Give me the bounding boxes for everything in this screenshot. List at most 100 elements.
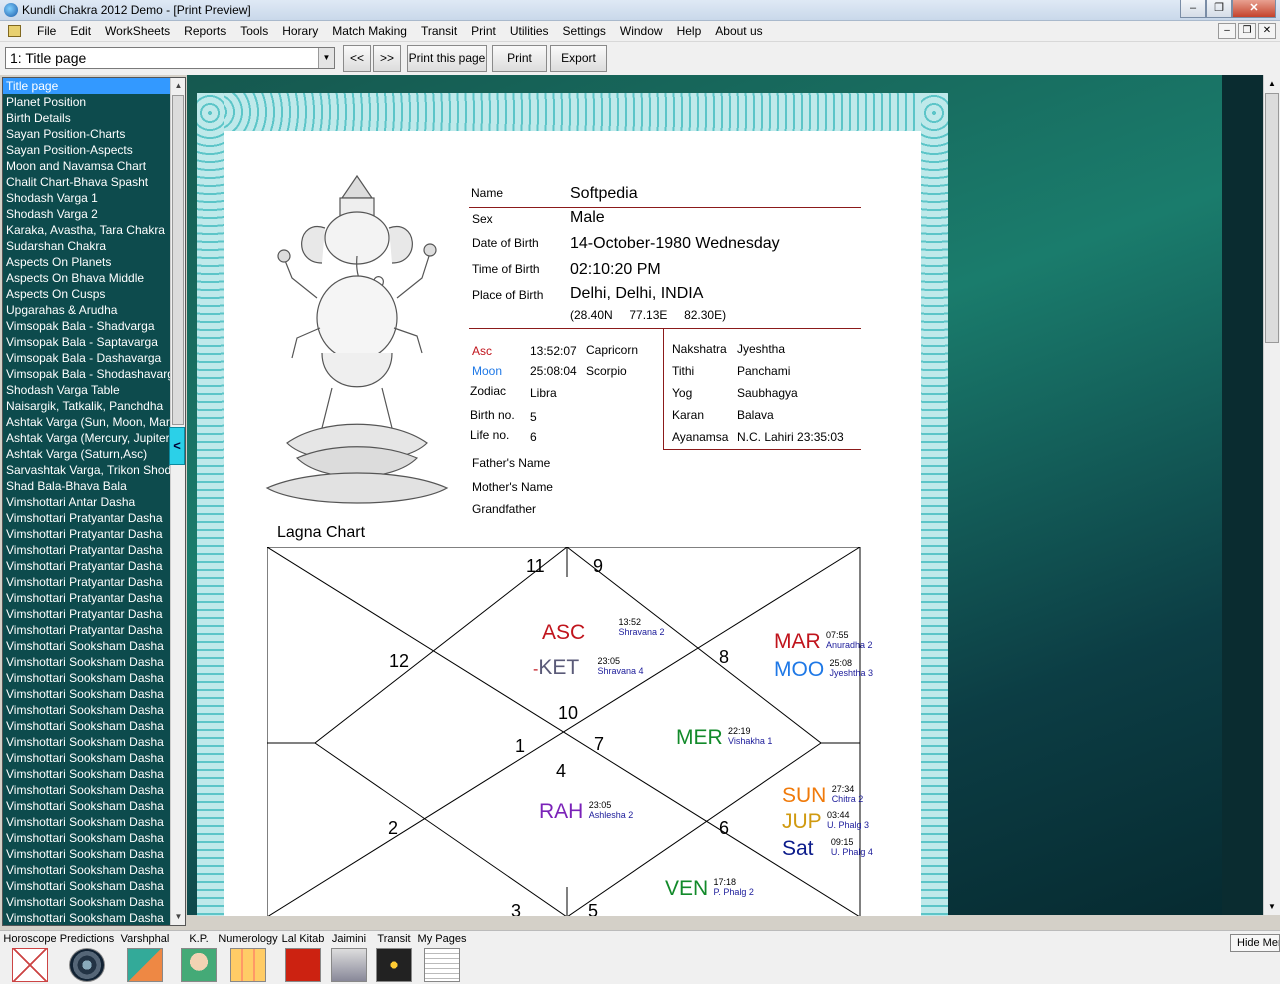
report-list-item[interactable]: Shodash Varga 2 <box>3 206 171 222</box>
report-list-item[interactable]: Shodash Varga 1 <box>3 190 171 206</box>
report-list-item[interactable]: Sudarshan Chakra <box>3 238 171 254</box>
report-list-item[interactable]: Vimshottari Sooksham Dasha <box>3 910 171 925</box>
module-numerology[interactable]: Numerology <box>218 933 278 983</box>
planet-nakshatra: Anuradha 2 <box>826 640 873 650</box>
report-list-scrollbar[interactable]: ▲ ▼ <box>170 78 185 925</box>
menu-edit[interactable]: Edit <box>63 24 98 39</box>
report-list-item[interactable]: Vimshottari Sooksham Dasha <box>3 686 171 702</box>
menu-worksheets[interactable]: WorkSheets <box>98 24 177 39</box>
report-list-item[interactable]: Title page <box>3 78 171 94</box>
scroll-down-icon[interactable]: ▼ <box>171 909 185 925</box>
report-list-item[interactable]: Vimshottari Antar Dasha <box>3 494 171 510</box>
report-list-item[interactable]: Aspects On Bhava Middle <box>3 270 171 286</box>
menu-help[interactable]: Help <box>670 24 709 39</box>
menu-settings[interactable]: Settings <box>556 24 613 39</box>
scroll-up-icon[interactable]: ▲ <box>171 78 185 94</box>
collapse-panel-button[interactable]: < <box>169 427 185 465</box>
page-select[interactable]: 1: Title page ▼ <box>5 47 335 69</box>
menu-utilities[interactable]: Utilities <box>503 24 556 39</box>
menu-tools[interactable]: Tools <box>233 24 275 39</box>
menu-transit[interactable]: Transit <box>414 24 464 39</box>
report-list-item[interactable]: Vimshottari Sooksham Dasha <box>3 846 171 862</box>
report-list-item[interactable]: Vimshottari Sooksham Dasha <box>3 798 171 814</box>
scroll-thumb[interactable] <box>172 95 184 425</box>
report-list-item[interactable]: Sayan Position-Aspects <box>3 142 171 158</box>
report-list-item[interactable]: Vimshottari Pratyantar Dasha <box>3 558 171 574</box>
module-varshphal[interactable]: Varshphal <box>115 933 175 983</box>
report-list-item[interactable]: Aspects On Planets <box>3 254 171 270</box>
next-page-button[interactable]: >> <box>373 45 401 72</box>
report-list-item[interactable]: Shodash Varga Table <box>3 382 171 398</box>
preview-scrollbar[interactable]: ▲ ▼ <box>1263 75 1280 915</box>
report-list-item[interactable]: Vimshottari Sooksham Dasha <box>3 782 171 798</box>
report-list-item[interactable]: Vimshottari Sooksham Dasha <box>3 718 171 734</box>
planet-time: 25:08 <box>829 658 853 668</box>
report-list-item[interactable]: Shad Bala-Bhava Bala <box>3 478 171 494</box>
report-list-item[interactable]: Vimshottari Sooksham Dasha <box>3 894 171 910</box>
menu-reports[interactable]: Reports <box>177 24 233 39</box>
restore-button[interactable]: ❐ <box>1206 0 1232 18</box>
module-my-pages[interactable]: My Pages <box>412 933 472 983</box>
karan-value: Balava <box>737 408 774 422</box>
module-horoscope[interactable]: Horoscope <box>0 933 60 983</box>
export-button[interactable]: Export <box>550 45 607 72</box>
report-list-item[interactable]: Sarvashtak Varga, Trikon Shodhan <box>3 462 171 478</box>
report-list-item[interactable]: Vimshottari Sooksham Dasha <box>3 702 171 718</box>
report-list-item[interactable]: Vimshottari Sooksham Dasha <box>3 654 171 670</box>
report-list-item[interactable]: Aspects On Cusps <box>3 286 171 302</box>
report-list-item[interactable]: Vimsopak Bala - Dashavarga <box>3 350 171 366</box>
report-list-item[interactable]: Sayan Position-Charts <box>3 126 171 142</box>
report-list-item[interactable]: Ashtak Varga (Mercury, Jupiter) <box>3 430 171 446</box>
report-list-item[interactable]: Vimshottari Pratyantar Dasha <box>3 510 171 526</box>
report-list-item[interactable]: Vimshottari Sooksham Dasha <box>3 638 171 654</box>
report-list-item[interactable]: Moon and Navamsa Chart <box>3 158 171 174</box>
report-list-item[interactable]: Vimsopak Bala - Shadvarga <box>3 318 171 334</box>
report-list-item[interactable]: Vimshottari Sooksham Dasha <box>3 830 171 846</box>
report-list-item[interactable]: Vimshottari Pratyantar Dasha <box>3 590 171 606</box>
report-list-item[interactable]: Vimshottari Sooksham Dasha <box>3 862 171 878</box>
menu-file[interactable]: File <box>30 24 63 39</box>
print-button[interactable]: Print <box>492 45 547 72</box>
report-list-item[interactable]: Naisargik, Tatkalik, Panchdha <box>3 398 171 414</box>
report-list-item[interactable]: Vimshottari Pratyantar Dasha <box>3 542 171 558</box>
module-predictions[interactable]: Predictions <box>57 933 117 983</box>
menu-match-making[interactable]: Match Making <box>325 24 414 39</box>
report-list-item[interactable]: Upgarahas & Arudha <box>3 302 171 318</box>
mdi-minimize-button[interactable]: – <box>1218 23 1236 39</box>
report-list-item[interactable]: Vimshottari Pratyantar Dasha <box>3 622 171 638</box>
report-list-item[interactable]: Vimshottari Sooksham Dasha <box>3 878 171 894</box>
scroll-down-icon[interactable]: ▼ <box>1264 898 1280 915</box>
report-list-item[interactable]: Vimshottari Sooksham Dasha <box>3 766 171 782</box>
report-list-item[interactable]: Vimshottari Sooksham Dasha <box>3 734 171 750</box>
mdi-close-button[interactable]: ✕ <box>1258 23 1276 39</box>
menu-window[interactable]: Window <box>613 24 670 39</box>
report-list-item[interactable]: Vimshottari Sooksham Dasha <box>3 750 171 766</box>
print-this-page-button[interactable]: Print this page <box>407 45 487 72</box>
close-button[interactable]: ✕ <box>1232 0 1276 18</box>
minimize-button[interactable]: – <box>1180 0 1206 18</box>
report-list-item[interactable]: Vimshottari Pratyantar Dasha <box>3 606 171 622</box>
scroll-thumb[interactable] <box>1265 93 1279 343</box>
mdi-restore-button[interactable]: ❐ <box>1238 23 1256 39</box>
menu-horary[interactable]: Horary <box>275 24 325 39</box>
report-list-item[interactable]: Ashtak Varga (Saturn,Asc) <box>3 446 171 462</box>
report-list-item[interactable]: Vimshottari Pratyantar Dasha <box>3 574 171 590</box>
menu-print[interactable]: Print <box>464 24 503 39</box>
previous-page-button[interactable]: << <box>343 45 371 72</box>
report-list-item[interactable]: Karaka, Avastha, Tara Chakra <box>3 222 171 238</box>
report-list-item[interactable]: Vimsopak Bala - Shodashavarga <box>3 366 171 382</box>
hide-menu-button[interactable]: Hide Menu <box>1230 934 1280 952</box>
report-list-item[interactable]: Vimshottari Sooksham Dasha <box>3 814 171 830</box>
report-list-item[interactable]: Vimshottari Sooksham Dasha <box>3 670 171 686</box>
document-icon[interactable] <box>8 25 21 37</box>
report-list-item[interactable]: Vimsopak Bala - Saptavarga <box>3 334 171 350</box>
chevron-down-icon[interactable]: ▼ <box>318 48 334 68</box>
report-list-item[interactable]: Birth Details <box>3 110 171 126</box>
report-list-item[interactable]: Ashtak Varga (Sun, Moon, Mars) <box>3 414 171 430</box>
menu-about-us[interactable]: About us <box>708 24 769 39</box>
report-list-item[interactable]: Vimshottari Pratyantar Dasha <box>3 526 171 542</box>
report-list-item[interactable]: Chalit Chart-Bhava Spasht <box>3 174 171 190</box>
asc-time: 13:52:07 <box>530 344 577 358</box>
scroll-up-icon[interactable]: ▲ <box>1264 75 1280 92</box>
report-list-item[interactable]: Planet Position <box>3 94 171 110</box>
